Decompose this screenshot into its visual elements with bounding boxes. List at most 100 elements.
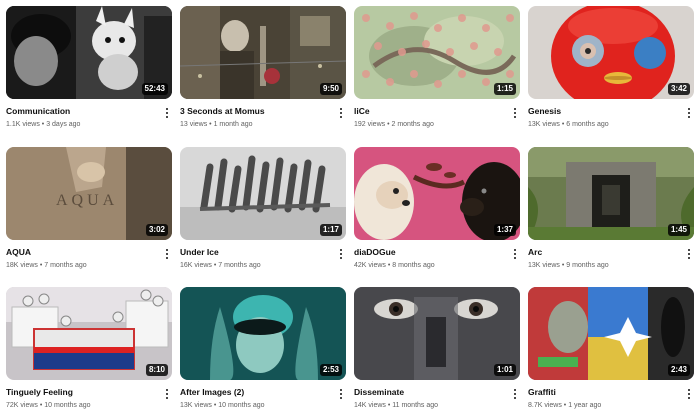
video-thumbnail[interactable]: 52:43 — [6, 6, 172, 99]
video-title[interactable]: Tinguely Feeling — [6, 387, 156, 398]
more-vert-icon[interactable] — [336, 387, 346, 401]
duration-badge: 1:17 — [319, 224, 342, 236]
more-vert-icon[interactable] — [684, 247, 694, 261]
more-vert-icon[interactable] — [336, 106, 346, 120]
video-thumbnail[interactable]: AQUA 3:02 — [6, 147, 172, 240]
upload-age: 8 months ago — [392, 262, 435, 269]
video-title[interactable]: Genesis — [528, 106, 678, 117]
upload-age: 1 year ago — [568, 402, 602, 409]
video-title[interactable]: Disseminate — [354, 387, 504, 398]
video-title[interactable]: AQUA — [6, 247, 156, 258]
video-card[interactable]: 52:43 Communication 1.1K views • 3 days … — [6, 6, 172, 136]
video-card[interactable]: 1:01 Disseminate 14K views • 11 months a… — [354, 287, 520, 417]
view-count: 14K views — [354, 402, 386, 409]
video-card[interactable]: 1:17 Under Ice 16K views • 7 months ago — [180, 147, 346, 277]
video-grid: 52:43 Communication 1.1K views • 3 days … — [0, 0, 700, 420]
duration-badge: 3:02 — [145, 224, 168, 236]
video-stats: 18K views • 7 months ago — [6, 262, 87, 269]
more-vert-icon[interactable] — [510, 106, 520, 120]
video-stats: 1.1K views • 3 days ago — [6, 121, 81, 128]
upload-age: 10 months ago — [44, 402, 91, 409]
video-meta: Arc 13K views • 9 months ago — [528, 247, 694, 277]
view-count: 1.1K views — [6, 121, 40, 128]
more-vert-icon[interactable] — [684, 106, 694, 120]
video-stats: 192 views • 2 months ago — [354, 121, 434, 128]
video-thumbnail[interactable]: 1:37 — [354, 147, 520, 240]
video-meta: liCe 192 views • 2 months ago — [354, 106, 520, 136]
video-card[interactable]: AQUA 3:02 AQUA 18K views • 7 months ago — [6, 147, 172, 277]
more-vert-icon[interactable] — [510, 387, 520, 401]
video-stats: 13 views • 1 month ago — [180, 121, 253, 128]
upload-age: 10 months ago — [218, 402, 265, 409]
video-thumbnail[interactable]: 2:53 — [180, 287, 346, 380]
video-meta: Under Ice 16K views • 7 months ago — [180, 247, 346, 277]
video-meta: 3 Seconds at Momus 13 views • 1 month ag… — [180, 106, 346, 136]
view-count: 13 views — [180, 121, 208, 128]
video-title[interactable]: liCe — [354, 106, 504, 117]
video-stats: 13K views • 9 months ago — [528, 262, 609, 269]
video-thumbnail[interactable]: 1:17 — [180, 147, 346, 240]
video-card[interactable]: 1:15 liCe 192 views • 2 months ago — [354, 6, 520, 136]
duration-badge: 2:53 — [319, 364, 342, 376]
view-count: 8.7K views — [528, 402, 562, 409]
view-count: 13K views — [528, 262, 560, 269]
video-meta: diaDOGue 42K views • 8 months ago — [354, 247, 520, 277]
video-meta: Genesis 13K views • 6 months ago — [528, 106, 694, 136]
video-stats: 13K views • 10 months ago — [180, 402, 265, 409]
video-card[interactable]: 1:37 diaDOGue 42K views • 8 months ago — [354, 147, 520, 277]
duration-badge: 9:50 — [319, 83, 342, 95]
video-thumbnail[interactable]: 1:45 — [528, 147, 694, 240]
video-meta: Communication 1.1K views • 3 days ago — [6, 106, 172, 136]
upload-age: 9 months ago — [566, 262, 609, 269]
video-stats: 42K views • 8 months ago — [354, 262, 435, 269]
more-vert-icon[interactable] — [684, 387, 694, 401]
duration-badge: 1:15 — [493, 83, 516, 95]
video-thumbnail[interactable]: 8:10 — [6, 287, 172, 380]
view-count: 13K views — [180, 402, 212, 409]
upload-age: 11 months ago — [392, 402, 439, 409]
video-card[interactable]: 2:43 Graffiti 8.7K views • 1 year ago — [528, 287, 694, 417]
video-card[interactable]: 1:45 Arc 13K views • 9 months ago — [528, 147, 694, 277]
view-count: 192 views — [354, 121, 386, 128]
video-stats: 8.7K views • 1 year ago — [528, 402, 602, 409]
video-title[interactable]: diaDOGue — [354, 247, 504, 258]
duration-badge: 52:43 — [141, 83, 168, 95]
view-count: 72K views — [6, 402, 38, 409]
aqua-overlay-text: AQUA — [56, 192, 118, 209]
more-vert-icon[interactable] — [510, 247, 520, 261]
video-thumbnail[interactable]: 3:42 — [528, 6, 694, 99]
video-stats: 16K views • 7 months ago — [180, 262, 261, 269]
video-thumbnail[interactable]: 1:01 — [354, 287, 520, 380]
video-stats: 72K views • 10 months ago — [6, 402, 91, 409]
video-title[interactable]: Under Ice — [180, 247, 330, 258]
video-card[interactable]: 3:42 Genesis 13K views • 6 months ago — [528, 6, 694, 136]
view-count: 16K views — [180, 262, 212, 269]
video-thumbnail[interactable]: 9:50 — [180, 6, 346, 99]
video-stats: 13K views • 6 months ago — [528, 121, 609, 128]
video-thumbnail[interactable]: 1:15 — [354, 6, 520, 99]
upload-age: 7 months ago — [218, 262, 261, 269]
more-vert-icon[interactable] — [162, 247, 172, 261]
video-card[interactable]: 8:10 Tinguely Feeling 72K views • 10 mon… — [6, 287, 172, 417]
duration-badge: 1:45 — [667, 224, 690, 236]
video-card[interactable]: 2:53 After Images (2) 13K views • 10 mon… — [180, 287, 346, 417]
duration-badge: 3:42 — [667, 83, 690, 95]
view-count: 42K views — [354, 262, 386, 269]
video-title[interactable]: Arc — [528, 247, 678, 258]
video-meta: Disseminate 14K views • 11 months ago — [354, 387, 520, 417]
video-title[interactable]: Graffiti — [528, 387, 678, 398]
video-meta: Tinguely Feeling 72K views • 10 months a… — [6, 387, 172, 417]
duration-badge: 1:37 — [493, 224, 516, 236]
video-card[interactable]: 9:50 3 Seconds at Momus 13 views • 1 mon… — [180, 6, 346, 136]
view-count: 18K views — [6, 262, 38, 269]
more-vert-icon[interactable] — [162, 106, 172, 120]
upload-age: 2 months ago — [391, 121, 434, 128]
video-meta: Graffiti 8.7K views • 1 year ago — [528, 387, 694, 417]
upload-age: 7 months ago — [44, 262, 87, 269]
more-vert-icon[interactable] — [336, 247, 346, 261]
video-title[interactable]: After Images (2) — [180, 387, 330, 398]
video-title[interactable]: Communication — [6, 106, 156, 117]
video-title[interactable]: 3 Seconds at Momus — [180, 106, 330, 117]
more-vert-icon[interactable] — [162, 387, 172, 401]
video-thumbnail[interactable]: 2:43 — [528, 287, 694, 380]
